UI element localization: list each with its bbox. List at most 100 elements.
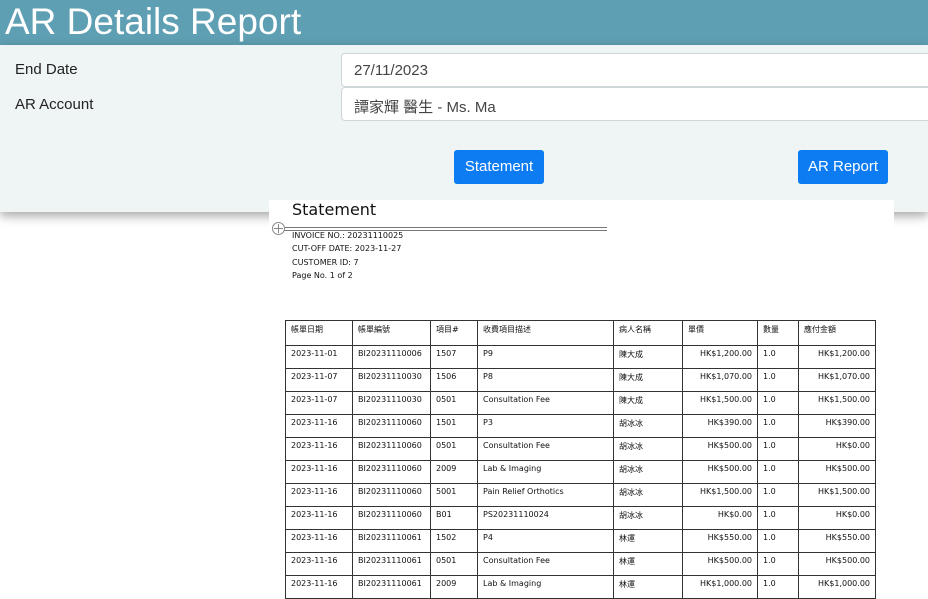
cell-quantity: 1.0 bbox=[757, 437, 799, 461]
cutoff-date: CUT-OFF DATE: 2023-11-27 bbox=[292, 244, 402, 253]
ar-account-label: AR Account bbox=[15, 96, 94, 113]
cell-description: Consultation Fee bbox=[477, 552, 614, 576]
report-header: AR Details Report bbox=[0, 0, 928, 45]
ar-report-button[interactable]: AR Report bbox=[798, 150, 888, 184]
cell-quantity: 1.0 bbox=[757, 506, 799, 530]
cell-item-number: 5001 bbox=[430, 483, 478, 507]
cell-item-number: B01 bbox=[430, 506, 478, 530]
end-date-label: End Date bbox=[15, 61, 78, 78]
cell-bill-date: 2023-11-16 bbox=[285, 552, 353, 576]
cell-description: Lab & Imaging bbox=[477, 575, 614, 599]
cell-bill-date: 2023-11-07 bbox=[285, 368, 353, 392]
invoice-number: INVOICE NO.: 20231110025 bbox=[292, 231, 404, 240]
filter-form: End Date 27/11/2023 AR Account 譚家輝 醫生 - … bbox=[0, 45, 928, 212]
table-row: 2023-11-16 BI20231110060 1501 P3 胡冰冰 HK$… bbox=[285, 414, 876, 438]
table-row: 2023-11-16 BI20231110061 1502 P4 林運 HK$5… bbox=[285, 529, 876, 553]
cell-quantity: 1.0 bbox=[757, 345, 799, 369]
cell-bill-number: BI20231110060 bbox=[352, 460, 431, 484]
cell-bill-number: BI20231110030 bbox=[352, 391, 431, 415]
col-header-bill-date: 帳單日期 bbox=[285, 320, 353, 346]
col-header-unit-price: 單價 bbox=[682, 320, 758, 346]
ar-details-table: 帳單日期 帳單編號 項目# 收費項目描述 病人名稱 單價 數量 應付金額 202… bbox=[285, 320, 876, 599]
col-header-quantity: 數量 bbox=[757, 320, 799, 346]
cell-description: Consultation Fee bbox=[477, 437, 614, 461]
cell-description: Consultation Fee bbox=[477, 391, 614, 415]
cell-item-number: 2009 bbox=[430, 460, 478, 484]
customer-id: CUSTOMER ID: 7 bbox=[292, 258, 359, 267]
table-row: 2023-11-16 BI20231110060 B01 PS202311100… bbox=[285, 506, 876, 530]
cell-patient-name: 胡冰冰 bbox=[613, 414, 683, 438]
cell-unit-price: HK$0.00 bbox=[682, 506, 758, 530]
table-row: 2023-11-16 BI20231110060 2009 Lab & Imag… bbox=[285, 460, 876, 484]
cell-bill-number: BI20231110061 bbox=[352, 575, 431, 599]
col-header-patient-name: 病人名稱 bbox=[613, 320, 683, 346]
cell-bill-number: BI20231110030 bbox=[352, 368, 431, 392]
cell-bill-date: 2023-11-16 bbox=[285, 529, 353, 553]
col-header-description: 收費項目描述 bbox=[477, 320, 614, 346]
cell-bill-date: 2023-11-16 bbox=[285, 460, 353, 484]
cell-amount-due: HK$0.00 bbox=[798, 437, 876, 461]
cell-unit-price: HK$500.00 bbox=[682, 460, 758, 484]
cell-description: P9 bbox=[477, 345, 614, 369]
cell-description: PS20231110024 bbox=[477, 506, 614, 530]
cell-amount-due: HK$390.00 bbox=[798, 414, 876, 438]
cell-item-number: 1501 bbox=[430, 414, 478, 438]
cell-item-number: 0501 bbox=[430, 391, 478, 415]
table-row: 2023-11-01 BI20231110006 1507 P9 陳大成 HK$… bbox=[285, 345, 876, 369]
cell-quantity: 1.0 bbox=[757, 483, 799, 507]
cell-patient-name: 林運 bbox=[613, 529, 683, 553]
cell-description: Lab & Imaging bbox=[477, 460, 614, 484]
col-header-amount-due: 應付金額 bbox=[798, 320, 876, 346]
table-row: 2023-11-16 BI20231110061 2009 Lab & Imag… bbox=[285, 575, 876, 599]
cell-description: P8 bbox=[477, 368, 614, 392]
cell-unit-price: HK$550.00 bbox=[682, 529, 758, 553]
cell-patient-name: 陳大成 bbox=[613, 368, 683, 392]
cell-bill-date: 2023-11-16 bbox=[285, 483, 353, 507]
cell-quantity: 1.0 bbox=[757, 552, 799, 576]
cell-bill-date: 2023-11-16 bbox=[285, 414, 353, 438]
page-title: AR Details Report bbox=[5, 1, 302, 42]
statement-title: Statement bbox=[292, 200, 377, 219]
cell-description: Pain Relief Orthotics bbox=[477, 483, 614, 507]
cell-patient-name: 陳大成 bbox=[613, 391, 683, 415]
cell-bill-date: 2023-11-16 bbox=[285, 506, 353, 530]
cell-unit-price: HK$500.00 bbox=[682, 437, 758, 461]
move-anchor-icon[interactable] bbox=[272, 222, 285, 235]
cell-bill-number: BI20231110060 bbox=[352, 437, 431, 461]
cell-quantity: 1.0 bbox=[757, 414, 799, 438]
cell-unit-price: HK$390.00 bbox=[682, 414, 758, 438]
cell-item-number: 1506 bbox=[430, 368, 478, 392]
cell-quantity: 1.0 bbox=[757, 391, 799, 415]
cell-item-number: 1507 bbox=[430, 345, 478, 369]
cell-quantity: 1.0 bbox=[757, 575, 799, 599]
cell-amount-due: HK$0.00 bbox=[798, 506, 876, 530]
cell-amount-due: HK$500.00 bbox=[798, 552, 876, 576]
cell-amount-due: HK$1,500.00 bbox=[798, 391, 876, 415]
cell-amount-due: HK$1,200.00 bbox=[798, 345, 876, 369]
cell-bill-date: 2023-11-01 bbox=[285, 345, 353, 369]
cell-patient-name: 胡冰冰 bbox=[613, 437, 683, 461]
page-number: Page No. 1 of 2 bbox=[292, 271, 353, 280]
cell-amount-due: HK$550.00 bbox=[798, 529, 876, 553]
cell-bill-number: BI20231110060 bbox=[352, 506, 431, 530]
statement-button[interactable]: Statement bbox=[454, 150, 544, 184]
title-rule-top bbox=[284, 227, 607, 228]
cell-quantity: 1.0 bbox=[757, 529, 799, 553]
cell-patient-name: 胡冰冰 bbox=[613, 506, 683, 530]
ar-account-select[interactable]: 譚家輝 醫生 - Ms. Ma bbox=[341, 87, 928, 121]
cell-item-number: 2009 bbox=[430, 575, 478, 599]
cell-description: P4 bbox=[477, 529, 614, 553]
table-row: 2023-11-16 BI20231110060 0501 Consultati… bbox=[285, 437, 876, 461]
cell-quantity: 1.0 bbox=[757, 368, 799, 392]
table-row: 2023-11-07 BI20231110030 0501 Consultati… bbox=[285, 391, 876, 415]
cell-patient-name: 林運 bbox=[613, 552, 683, 576]
end-date-field[interactable]: 27/11/2023 bbox=[341, 53, 928, 87]
cell-patient-name: 林運 bbox=[613, 575, 683, 599]
cell-bill-number: BI20231110061 bbox=[352, 529, 431, 553]
table-header-row: 帳單日期 帳單編號 項目# 收費項目描述 病人名稱 單價 數量 應付金額 bbox=[285, 320, 876, 346]
cell-item-number: 0501 bbox=[430, 552, 478, 576]
col-header-bill-number: 帳單編號 bbox=[352, 320, 431, 346]
cell-unit-price: HK$1,200.00 bbox=[682, 345, 758, 369]
cell-patient-name: 陳大成 bbox=[613, 345, 683, 369]
cell-patient-name: 胡冰冰 bbox=[613, 483, 683, 507]
